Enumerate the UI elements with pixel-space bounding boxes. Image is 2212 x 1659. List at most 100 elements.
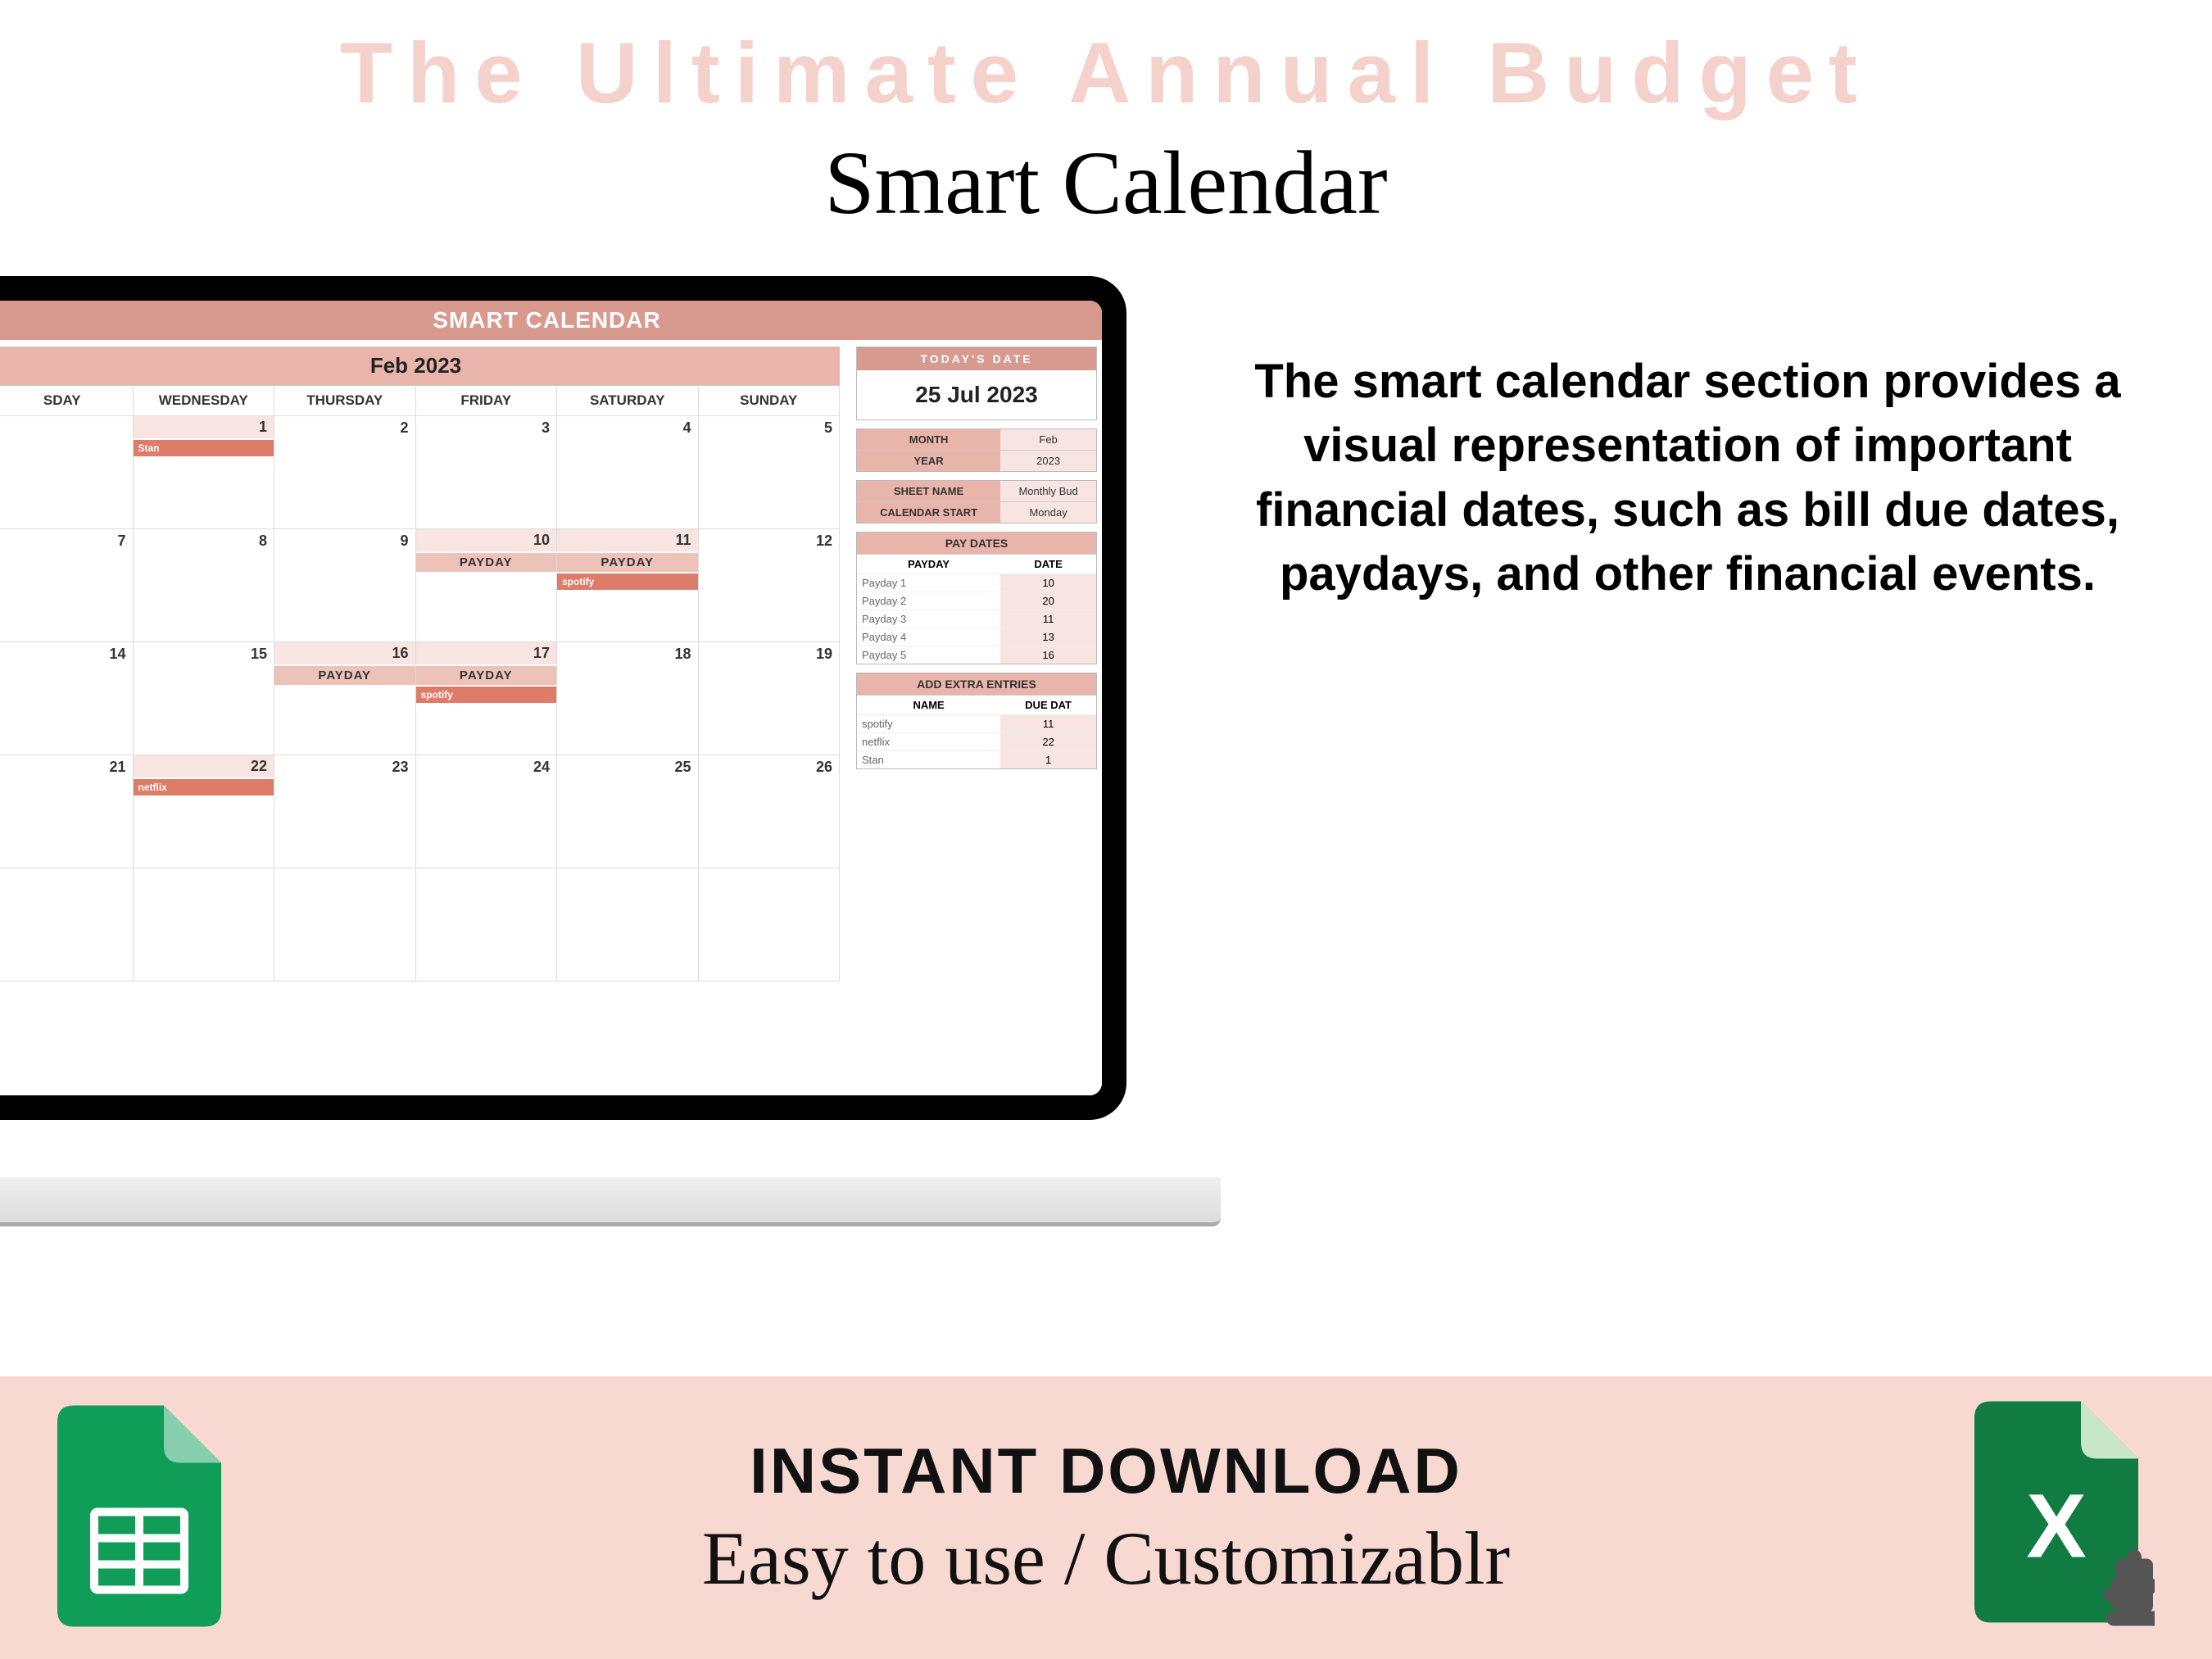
calendar-date: 23 [392,759,408,776]
row-name[interactable]: spotify [857,715,1000,732]
calendar-date: 1 [134,416,274,438]
extra-entries-box: ADD EXTRA ENTRIES NAME DUE DAT spotify11… [856,673,1097,769]
calendar-banner: SMART CALENDAR [0,301,1102,340]
row-date[interactable]: 1 [1000,751,1096,768]
calendar-cell[interactable]: 14 [0,642,134,755]
calendar-date: 19 [816,646,832,663]
setting-value[interactable]: Monday [1000,502,1096,523]
calendar-date: 26 [816,759,832,776]
instant-download-text: INSTANT DOWNLOAD [702,1434,1510,1508]
row-date[interactable]: 11 [1000,610,1096,628]
row-name[interactable]: Stan [857,751,1000,768]
calendar-cell[interactable]: 19 [699,642,841,755]
calendar-tag: netflix [134,779,274,796]
calendar-cell[interactable]: 5 [699,416,841,529]
calendar-cell[interactable]: 26 [699,755,841,868]
calendar-cell[interactable]: 15 [134,642,275,755]
calendar-tag: PAYDAY [416,553,557,572]
sheet-settings-box: SHEET NAMEMonthly BudCALENDAR STARTMonda… [856,480,1097,524]
setting-row: YEAR2023 [857,450,1096,471]
calendar-cell[interactable] [699,868,841,981]
setting-row: CALENDAR STARTMonday [857,501,1096,523]
calendar-cell[interactable]: 12 [699,529,841,642]
calendar-cell[interactable]: 25 [557,755,699,868]
calendar-main: Feb 2023 SDAYWEDNESDAYTHURSDAYFRIDAYSATU… [0,347,840,1095]
row-name[interactable]: Payday 2 [857,592,1000,610]
calendar-cell[interactable]: 9 [274,529,416,642]
extra-head-date: DUE DAT [1000,695,1096,714]
calendar-tag: PAYDAY [557,553,698,572]
calendar-date: 7 [117,533,125,550]
calendar-date: 12 [816,533,832,550]
table-row: Payday 311 [857,610,1096,628]
calendar-date: 14 [109,646,125,663]
calendar-date: 24 [533,759,550,776]
calendar-cell[interactable]: 23 [274,755,416,868]
calendar-grid: SDAYWEDNESDAYTHURSDAYFRIDAYSATURDAYSUNDA… [0,385,840,981]
calendar-tag: PAYDAY [274,666,415,685]
calendar-day-header: FRIDAY [416,386,558,416]
calendar-month: Feb 2023 [0,347,840,385]
table-row: Payday 110 [857,573,1096,592]
calendar-cell[interactable]: 3 [416,416,558,529]
setting-row: SHEET NAMEMonthly Bud [857,481,1096,501]
row-date[interactable]: 22 [1000,733,1096,750]
calendar-date: 22 [134,755,274,777]
row-name[interactable]: Payday 1 [857,574,1000,592]
row-date[interactable]: 11 [1000,715,1096,732]
calendar-cell[interactable]: 18 [557,642,699,755]
today-box: TODAY'S DATE 25 Jul 2023 [856,347,1097,420]
row-name[interactable]: Payday 3 [857,610,1000,628]
table-row: Stan1 [857,750,1096,768]
google-sheets-icon [57,1405,221,1630]
calendar-cell[interactable]: 2 [274,416,416,529]
setting-key: CALENDAR START [857,502,1000,523]
calendar-cell[interactable]: 10 PAYDAY [416,529,558,642]
calendar-cell[interactable]: 21 [0,755,134,868]
row-date[interactable]: 16 [1000,646,1096,664]
row-name[interactable]: Payday 5 [857,646,1000,664]
table-row: Payday 413 [857,628,1096,646]
calendar-tag: PAYDAY [416,666,557,685]
setting-value[interactable]: Feb [1000,429,1096,450]
setting-key: SHEET NAME [857,481,1000,501]
calendar-date: 16 [274,642,415,664]
calendar-tag: Stan [134,440,274,456]
table-row: Payday 516 [857,646,1096,664]
calendar-cell[interactable]: 8 [134,529,275,642]
svg-text:X: X [2026,1475,2086,1576]
calendar-cell[interactable] [274,868,416,981]
calendar-cell[interactable] [134,868,275,981]
calendar-tag: spotify [416,687,557,703]
calendar-date: 10 [416,529,557,551]
calendar-date: 8 [259,533,267,550]
row-name[interactable]: Payday 4 [857,628,1000,646]
row-date[interactable]: 10 [1000,574,1096,592]
pay-head-date: DATE [1000,554,1096,573]
calendar-cell[interactable]: 16 PAYDAY [274,642,416,755]
setting-value[interactable]: Monthly Bud [1000,481,1096,501]
calendar-cell[interactable]: 7 [0,529,134,642]
calendar-cell[interactable] [557,868,699,981]
setting-value[interactable]: 2023 [1000,451,1096,471]
laptop-screen: SMART CALENDAR Feb 2023 SDAYWEDNESDAYTHU… [0,276,1126,1120]
calendar-cell[interactable]: 22 netflix [134,755,275,868]
calendar-day-header: THURSDAY [274,386,416,416]
easy-to-use-text: Easy to use / Customizablr [702,1515,1510,1602]
row-name[interactable]: netflix [857,733,1000,750]
bottom-bar: INSTANT DOWNLOAD Easy to use / Customiza… [0,1376,2212,1659]
calendar-cell[interactable]: 24 [416,755,558,868]
calendar-cell[interactable] [0,868,134,981]
calendar-cell[interactable]: 1 Stan [134,416,275,529]
calendar-cell[interactable] [0,416,134,529]
row-date[interactable]: 13 [1000,628,1096,646]
calendar-cell[interactable]: 4 [557,416,699,529]
calendar-day-header: SDAY [0,386,134,416]
extra-head-name: NAME [857,695,1000,714]
calendar-cell[interactable]: 11PAYDAYspotify [557,529,699,642]
laptop-mockup: SMART CALENDAR Feb 2023 SDAYWEDNESDAYTHU… [0,276,1163,1226]
calendar-cell[interactable]: 17PAYDAYspotify [416,642,558,755]
excel-download-icon: X [1974,1401,2155,1634]
calendar-cell[interactable] [416,868,558,981]
row-date[interactable]: 20 [1000,592,1096,610]
